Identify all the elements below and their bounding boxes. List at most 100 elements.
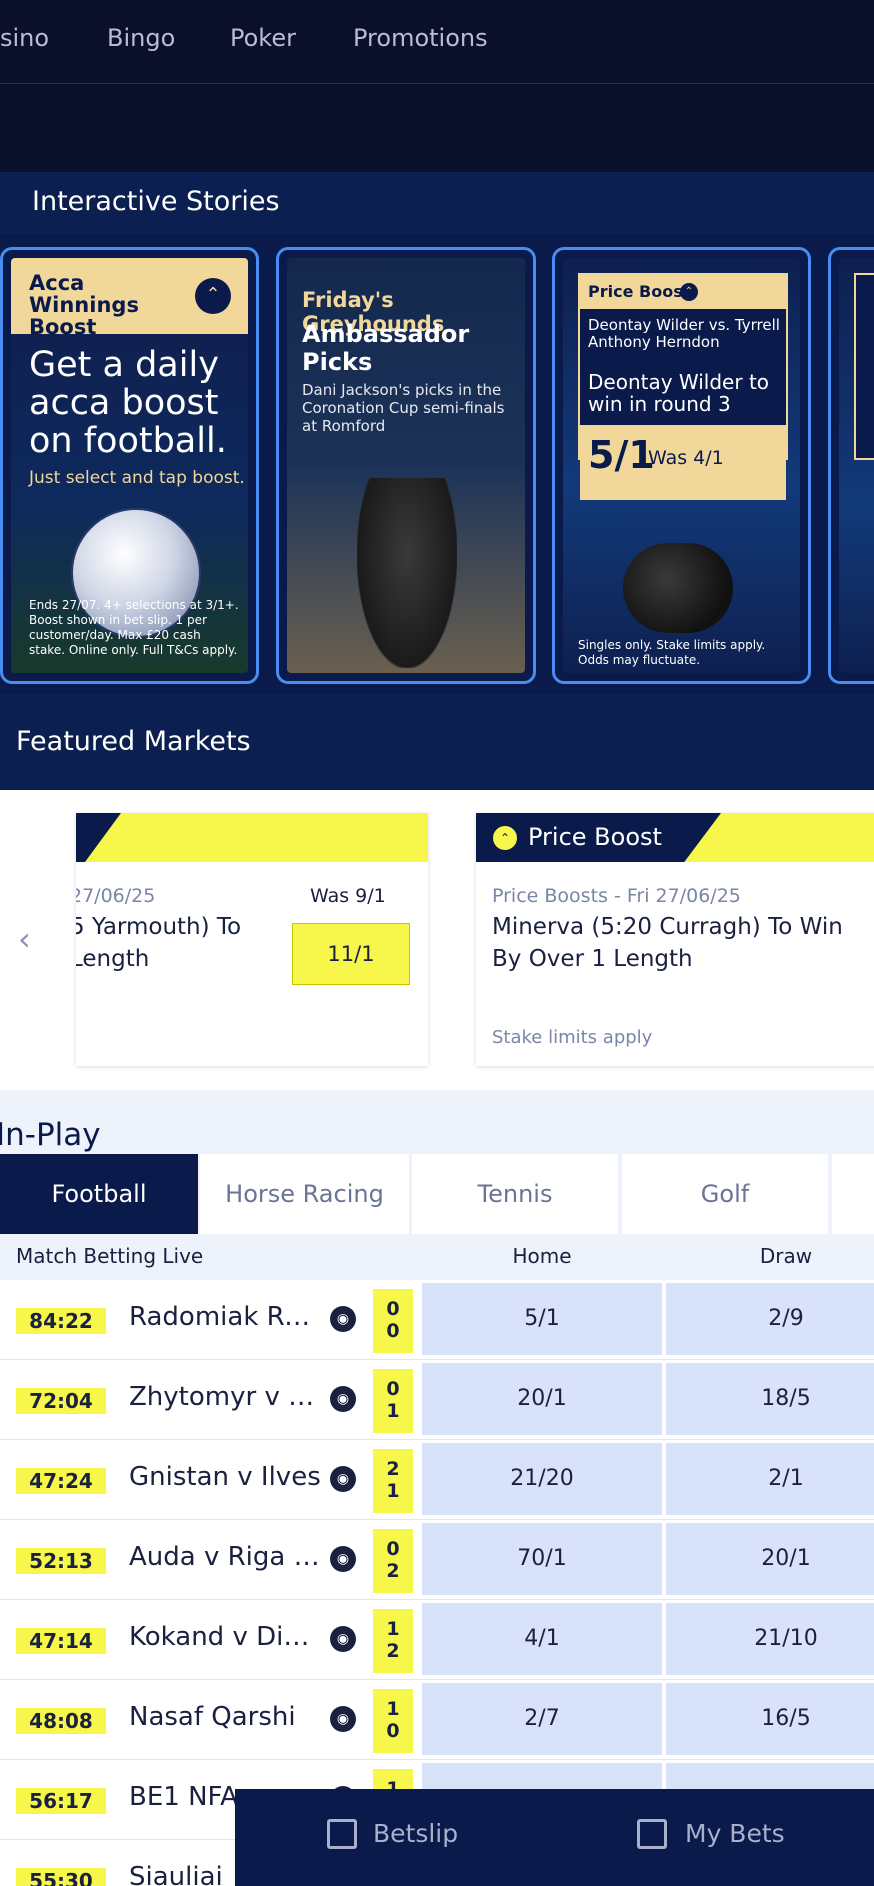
- tab-tennis[interactable]: Tennis: [412, 1154, 618, 1234]
- stories-header: Interactive Stories: [0, 172, 874, 234]
- story-terms: Singles only. Stake limits apply. Odds m…: [578, 638, 766, 667]
- story-card-partial[interactable]: [828, 247, 874, 684]
- event-name[interactable]: Gnistan v Ilves: [129, 1462, 324, 1492]
- featured-markets-title: Featured Markets: [16, 726, 251, 757]
- event-name[interactable]: Nasaf Qarshi: [129, 1702, 324, 1732]
- story-image: [839, 258, 874, 673]
- story-card-acca-boost[interactable]: Acca Winnings Boost ⌃ Get a daily acca b…: [0, 247, 259, 684]
- market-was-odds: Was 9/1: [310, 885, 386, 907]
- tab-football[interactable]: Football: [0, 1154, 198, 1234]
- odds-home[interactable]: 21/20: [422, 1443, 662, 1515]
- market-card-header: [76, 813, 428, 862]
- chevron-left-icon[interactable]: ‹: [18, 920, 31, 958]
- price-boost-was: Was 4/1: [648, 447, 724, 469]
- my-bets-button[interactable]: My Bets: [685, 1819, 785, 1848]
- score-badge: 0 0: [373, 1289, 413, 1353]
- odds-draw[interactable]: 18/5: [666, 1363, 874, 1435]
- event-name[interactable]: Auda v Riga FC: [129, 1542, 324, 1572]
- event-name[interactable]: Zhytomyr v Dynamo: [129, 1382, 324, 1412]
- live-stream-icon: ◉: [330, 1466, 356, 1492]
- nav-item-poker[interactable]: Poker: [230, 24, 296, 52]
- event-name[interactable]: Radomiak Radom: [129, 1302, 324, 1332]
- event-row[interactable]: 84:22 Radomiak Radom ◉ 0 0 5/1 2/9: [0, 1280, 874, 1360]
- boost-icon: ⌃: [493, 826, 517, 850]
- tab-horse-racing[interactable]: Horse Racing: [200, 1154, 409, 1234]
- price-boost-odds-band: 5/1 Was 4/1: [580, 425, 786, 500]
- odds-home[interactable]: 5/1: [422, 1283, 662, 1355]
- market-selection: Minerva (5:20 Curragh) To Win By Over 1 …: [492, 914, 843, 972]
- nav-item-promotions[interactable]: Promotions: [353, 24, 488, 52]
- odds-home[interactable]: 20/1: [422, 1363, 662, 1435]
- greyhound-image: [357, 478, 457, 668]
- story-image: Acca Winnings Boost ⌃ Get a daily acca b…: [11, 258, 248, 673]
- story-headline: Get a daily acca boost on football.: [29, 345, 227, 461]
- featured-markets-header: Featured Markets: [0, 694, 874, 790]
- bottom-bar: Betslip My Bets: [235, 1789, 874, 1886]
- story-card-greyhounds[interactable]: Friday's Greyhounds Ambassador Picks Dan…: [276, 247, 536, 684]
- event-row[interactable]: 72:04 Zhytomyr v Dynamo ◉ 0 1 20/1 18/5: [0, 1360, 874, 1440]
- odds-home[interactable]: 2/7: [422, 1683, 662, 1755]
- market-date: Price Boosts - Fri 27/06/25: [492, 885, 741, 907]
- column-home: Home: [512, 1244, 572, 1268]
- odds-draw[interactable]: 2/1: [666, 1443, 874, 1515]
- live-stream-icon: ◉: [330, 1306, 356, 1332]
- live-stream-icon: ◉: [330, 1706, 356, 1732]
- odds-draw[interactable]: 21/10: [666, 1603, 874, 1675]
- betslip-button[interactable]: Betslip: [373, 1819, 458, 1848]
- page: sino Bingo Poker Promotions Interactive …: [0, 0, 874, 1886]
- market-card[interactable]: 27/06/25 Was 9/1 5 Yarmouth) To Length 1…: [76, 813, 428, 1066]
- market-card-price-boost[interactable]: ⌃ Price Boost Price Boosts - Fri 27/06/2…: [476, 813, 874, 1066]
- odds-home[interactable]: 70/1: [422, 1523, 662, 1595]
- odds-home[interactable]: 4/1: [422, 1603, 662, 1675]
- story-card-price-boost[interactable]: Price Boost ⌃ Deontay Wilder vs. Tyrrell…: [552, 247, 811, 684]
- odds-button[interactable]: 11/1: [292, 923, 410, 985]
- header-accent: ⌃ Price Boost: [476, 813, 721, 862]
- score-badge: 2 1: [373, 1449, 413, 1513]
- nav-item-casino[interactable]: sino: [0, 24, 49, 52]
- score-badge: 0 1: [373, 1369, 413, 1433]
- event-name[interactable]: Kokand v Dinamo: [129, 1622, 324, 1652]
- header-accent: [76, 813, 121, 862]
- in-play-title: In-Play: [0, 1117, 101, 1153]
- match-clock: 52:13: [16, 1548, 106, 1574]
- match-clock: 47:14: [16, 1628, 106, 1654]
- price-boost-event: Deontay Wilder vs. Tyrrell Anthony Hernd…: [588, 316, 780, 351]
- price-boost-tag: Price Boost ⌃: [580, 275, 786, 309]
- score-badge: 1 0: [373, 1689, 413, 1753]
- match-clock: 72:04: [16, 1388, 106, 1414]
- match-clock: 55:30: [16, 1868, 106, 1886]
- story-title: Ambassador Picks: [302, 320, 470, 376]
- odds-draw[interactable]: 20/1: [666, 1523, 874, 1595]
- event-row[interactable]: 48:08 Nasaf Qarshi ◉ 1 0 2/7 16/5: [0, 1680, 874, 1760]
- top-nav: sino Bingo Poker Promotions: [0, 0, 874, 84]
- match-clock: 48:08: [16, 1708, 106, 1734]
- stories-section: Interactive Stories Acca Winnings Boost …: [0, 172, 874, 694]
- story-image: Friday's Greyhounds Ambassador Picks Dan…: [287, 258, 525, 673]
- tab-golf[interactable]: Golf: [622, 1154, 828, 1234]
- story-subtitle: Just select and tap boost.: [29, 468, 245, 488]
- odds-draw[interactable]: 2/9: [666, 1283, 874, 1355]
- story-image: Price Boost ⌃ Deontay Wilder vs. Tyrrell…: [563, 258, 800, 673]
- nav-item-bingo[interactable]: Bingo: [107, 24, 175, 52]
- market-selection: 5 Yarmouth) To Length: [76, 914, 242, 972]
- price-boost-tag-label: Price Boost: [588, 282, 691, 301]
- price-boost-odds: 5/1: [588, 433, 655, 477]
- event-row[interactable]: 47:14 Kokand v Dinamo ◉ 1 2 4/1 21/10: [0, 1600, 874, 1680]
- price-boost-panel: [854, 273, 874, 460]
- in-play-section: In-Play Football Horse Racing Tennis Gol…: [0, 1090, 874, 1886]
- column-draw: Draw: [759, 1244, 813, 1268]
- price-boost-panel: Price Boost ⌃ Deontay Wilder vs. Tyrrell…: [578, 273, 788, 500]
- event-row[interactable]: 52:13 Auda v Riga FC ◉ 0 2 70/1 20/1: [0, 1520, 874, 1600]
- event-row[interactable]: 47:24 Gnistan v Ilves ◉ 2 1 21/20 2/1: [0, 1440, 874, 1520]
- live-stream-icon: ◉: [330, 1386, 356, 1412]
- live-stream-icon: ◉: [330, 1626, 356, 1652]
- live-stream-icon: ◉: [330, 1546, 356, 1572]
- market-date: 27/06/25: [76, 885, 156, 907]
- featured-markets-carousel: ‹ 27/06/25 Was 9/1 5 Yarmouth) To Length…: [0, 790, 874, 1090]
- price-boost-selection: Deontay Wilder to win in round 3: [588, 370, 770, 416]
- score-badge: 0 2: [373, 1529, 413, 1593]
- tab-more[interactable]: [832, 1154, 874, 1234]
- odds-draw[interactable]: 16/5: [666, 1683, 874, 1755]
- match-clock: 47:24: [16, 1468, 106, 1494]
- story-body: Dani Jackson's picks in the Coronation C…: [302, 381, 505, 435]
